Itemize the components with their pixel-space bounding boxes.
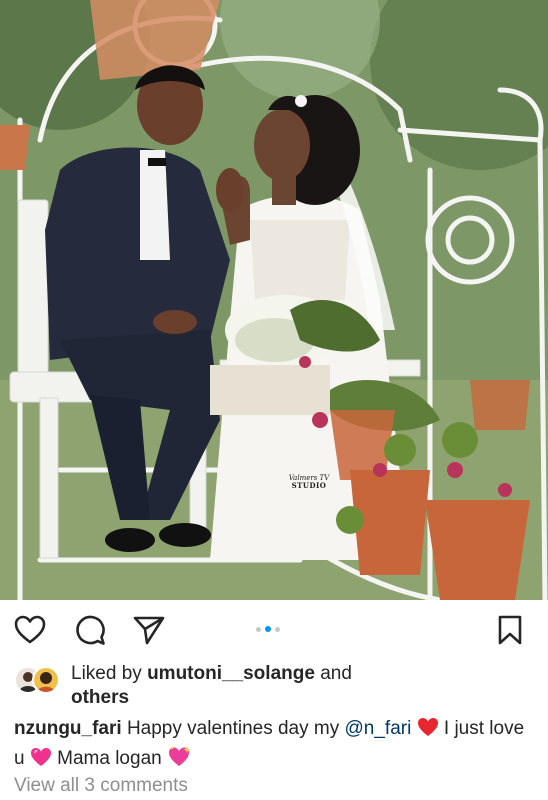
save-button[interactable] [494,614,526,646]
carousel-indicator [256,626,280,632]
likes-others[interactable]: others [71,687,129,708]
carousel-dot [256,626,261,632]
sparkling-heart-icon [167,745,191,775]
post-photo[interactable]: Valmers TV STUDIO [0,0,548,600]
watermark-line2: STUDIO [291,481,327,490]
caption-text-3: Mama logan [57,748,162,769]
view-all-comments-link[interactable]: View all 3 comments [14,775,188,797]
comment-button[interactable] [74,614,106,646]
post-caption: nzungu_fari Happy valentines day my @n_f… [14,715,534,775]
like-button[interactable] [14,614,46,646]
wedding-couple-photo [0,0,548,600]
liker-username[interactable]: umutoni__solange [147,663,315,684]
pink-heart-icon [30,747,52,775]
likes-row: Liked by umutoni__solange and others [14,660,534,710]
caption-username[interactable]: nzungu_fari [14,718,122,739]
bookmark-icon [498,615,522,645]
post-action-bar [0,600,548,658]
caption-mention[interactable]: @n_fari [345,718,412,739]
caption-text-1: Happy valentines day my [126,718,340,739]
likes-summary[interactable]: Liked by umutoni__solange and others [71,662,531,710]
carousel-dot [275,626,280,632]
avatar [32,666,60,694]
comment-bubble-icon [76,615,105,645]
red-heart-icon [417,717,439,745]
liker-avatars[interactable] [14,666,60,694]
share-button[interactable] [133,614,165,646]
carousel-dot-active [265,626,271,632]
heart-outline-icon [14,615,46,644]
photo-watermark: Valmers TV STUDIO [284,474,334,490]
likes-prefix: Liked by [71,663,142,684]
paper-plane-icon [133,616,165,645]
likes-conjunction: and [320,663,352,684]
